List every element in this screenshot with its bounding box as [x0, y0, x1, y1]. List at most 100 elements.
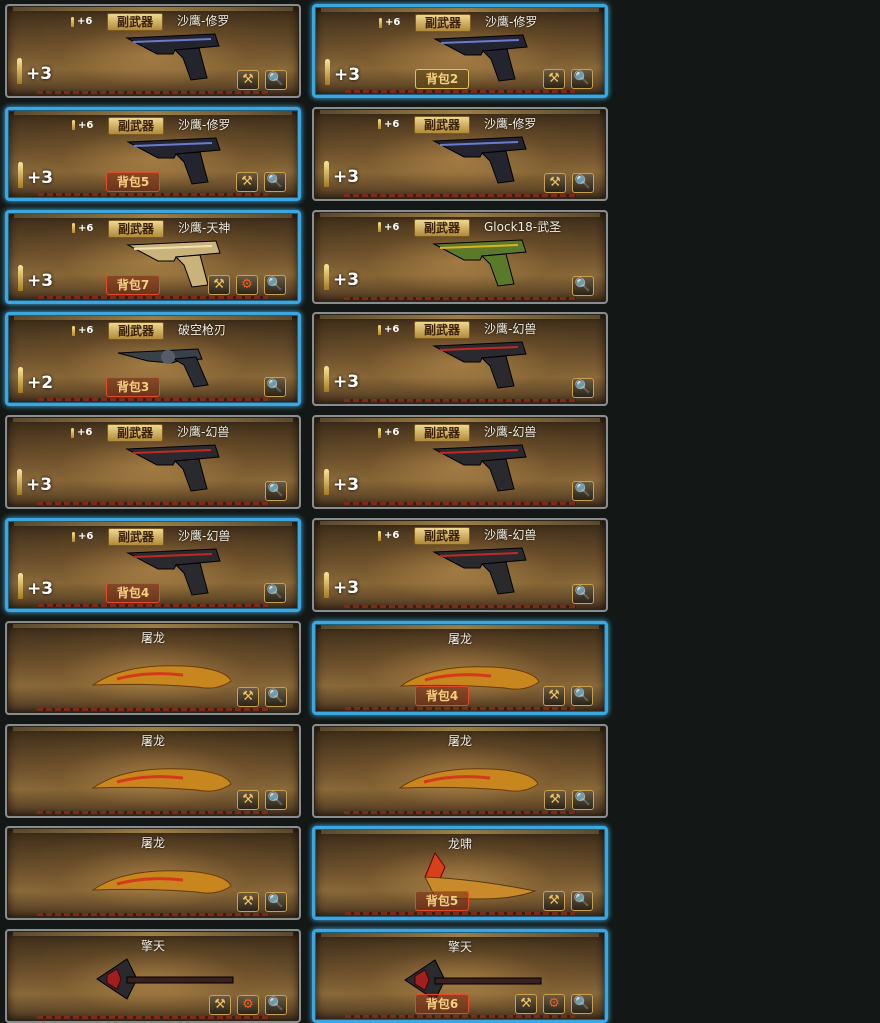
weapon-card[interactable]: +6 副武器 沙鹰-修罗 +3 背包5 ⚒ 🔍 — [5, 106, 301, 201]
ammo-bonus: +6 — [379, 17, 400, 28]
weapon-type-badge: 副武器 — [414, 115, 470, 134]
weapon-card[interactable]: +6 副武器 沙鹰-修罗 +3 背包2 ⚒ 🔍 — [312, 4, 608, 98]
card-top-trim — [14, 110, 292, 115]
tools-button[interactable]: ⚒ — [208, 274, 230, 295]
magnifier-button[interactable]: 🔍 — [265, 892, 287, 913]
magnifier-button[interactable]: 🔍 — [572, 789, 594, 810]
weapon-card[interactable]: 屠龙背包4 ⚒ 🔍 — [312, 620, 608, 715]
tools-button[interactable]: ⚒ — [544, 172, 566, 193]
bullet-icon — [72, 120, 75, 131]
magnifier-button[interactable]: 🔍 — [264, 583, 286, 603]
enhance-level-label: +3 — [334, 65, 361, 85]
gear-button[interactable]: ⚙ — [236, 274, 258, 295]
magnifier-button[interactable]: 🔍 — [265, 686, 287, 707]
weapon-card[interactable]: +6 副武器 沙鹰-幻兽 +3 🔍 — [312, 415, 608, 510]
bullet-icon — [324, 469, 329, 496]
card-bottom-trim — [38, 192, 268, 196]
ammo-bonus: +6 — [72, 325, 93, 336]
enhance-level: +3 — [18, 264, 54, 291]
pistol-red-weapon-image — [432, 341, 527, 389]
weapon-name: 沙鹰-幻兽 — [484, 528, 537, 542]
ammo-bonus: +6 — [378, 427, 399, 438]
enhance-level-label: +3 — [26, 475, 53, 496]
card-top-trim — [14, 522, 292, 526]
tools-button[interactable]: ⚒ — [237, 789, 259, 810]
enhance-level: +3 — [324, 366, 359, 393]
ammo-bonus: +6 — [378, 324, 399, 335]
tools-button[interactable]: ⚒ — [543, 69, 565, 89]
magnifier-button[interactable]: 🔍 — [572, 378, 594, 399]
card-actions: ⚒ 🔍 — [237, 70, 287, 90]
tools-button[interactable]: ⚒ — [543, 891, 565, 912]
tools-button[interactable]: ⚒ — [544, 789, 566, 810]
weapon-name: 屠龙 — [447, 631, 472, 646]
weapon-card[interactable]: +6 副武器 沙鹰-幻兽 +3 🔍 — [312, 312, 608, 407]
weapon-card[interactable]: 擎天 ⚒ ⚙ 🔍 — [5, 929, 301, 1023]
ammo-bonus: +6 — [72, 120, 93, 131]
ammo-bonus-label: +6 — [78, 119, 94, 131]
weapon-card[interactable]: 龙啸 背包5 ⚒ 🔍 — [312, 826, 608, 921]
magnifier-button[interactable]: 🔍 — [572, 481, 594, 502]
card-actions: 🔍 — [572, 275, 594, 296]
weapon-card[interactable]: +6 副武器 破空枪刃 +2 背包3 🔍 — [5, 312, 301, 407]
card-actions: 🔍 — [572, 584, 594, 604]
card-bottom-trim — [37, 810, 269, 814]
magnifier-button[interactable]: 🔍 — [265, 481, 287, 502]
weapon-card[interactable]: 屠龙 ⚒ 🔍 — [5, 620, 301, 715]
card-bottom-trim — [37, 91, 269, 94]
magnifier-button[interactable]: 🔍 — [265, 70, 287, 90]
enhance-level-label: +3 — [27, 270, 54, 291]
card-actions: 🔍 — [572, 378, 594, 399]
magnifier-button[interactable]: 🔍 — [572, 275, 594, 296]
pistol-dark-weapon-image — [125, 33, 220, 81]
magnifier-button[interactable]: 🔍 — [572, 172, 594, 193]
bag-slot-badge: 背包4 — [415, 685, 469, 706]
weapon-card[interactable]: +6 副武器 沙鹰-幻兽 +3 🔍 — [312, 518, 608, 612]
card-bottom-trim — [344, 296, 576, 300]
magnifier-button[interactable]: 🔍 — [264, 377, 286, 398]
bullet-icon — [325, 59, 330, 85]
tools-button[interactable]: ⚒ — [209, 995, 231, 1016]
ammo-bonus-label: +6 — [384, 427, 400, 439]
bag-slot-badge: 背包5 — [415, 891, 469, 912]
tools-button[interactable]: ⚒ — [515, 994, 537, 1015]
bullet-icon — [378, 324, 381, 335]
magnifier-button[interactable]: 🔍 — [265, 995, 287, 1016]
weapon-name: 沙鹰-天神 — [178, 220, 231, 235]
card-bottom-trim — [344, 605, 576, 608]
weapon-card[interactable]: 屠龙 ⚒ 🔍 — [5, 723, 301, 818]
weapon-card[interactable]: 屠龙 ⚒ 🔍 — [312, 723, 608, 818]
knife-weapon-image — [91, 870, 232, 895]
tools-button[interactable]: ⚒ — [543, 685, 565, 706]
magnifier-button[interactable]: 🔍 — [571, 69, 593, 89]
weapon-card[interactable]: +6 副武器 沙鹰-天神 +3 背包7 ⚒ ⚙ 🔍 — [5, 209, 301, 304]
weapon-name: 沙鹰-修罗 — [178, 117, 231, 132]
magnifier-button[interactable]: 🔍 — [265, 789, 287, 810]
weapon-card[interactable]: +6 副武器 Glock18-武圣 +3 🔍 — [312, 209, 608, 304]
magnifier-button[interactable]: 🔍 — [571, 994, 593, 1015]
weapon-name: 屠龙 — [140, 630, 165, 645]
gear-button[interactable]: ⚙ — [237, 995, 259, 1016]
weapon-card[interactable]: 擎天 背包6 ⚒ ⚙ 🔍 — [312, 929, 608, 1023]
enhance-level: +3 — [324, 160, 360, 187]
weapon-card[interactable]: +6 副武器 沙鹰-修罗 +3 ⚒ 🔍 — [312, 106, 608, 201]
tools-button[interactable]: ⚒ — [236, 171, 258, 192]
enhance-level-label: +3 — [333, 166, 360, 187]
magnifier-button[interactable]: 🔍 — [264, 171, 286, 192]
tools-button[interactable]: ⚒ — [237, 686, 259, 707]
bullet-icon — [379, 17, 382, 28]
tools-button[interactable]: ⚒ — [237, 70, 259, 90]
tools-button[interactable]: ⚒ — [237, 892, 259, 913]
magnifier-button[interactable]: 🔍 — [571, 685, 593, 706]
card-top-trim — [14, 316, 292, 321]
magnifier-button[interactable]: 🔍 — [571, 891, 593, 912]
weapon-card[interactable]: +6 副武器 沙鹰-幻兽 +3 背包4 🔍 — [5, 518, 301, 612]
magnifier-button[interactable]: 🔍 — [264, 274, 286, 295]
card-top-trim — [321, 624, 599, 629]
weapon-card[interactable]: 屠龙 ⚒ 🔍 — [5, 826, 301, 921]
magnifier-button[interactable]: 🔍 — [572, 584, 594, 604]
gear-button[interactable]: ⚙ — [543, 994, 565, 1015]
weapon-card[interactable]: +6 副武器 沙鹰-修罗 +3 ⚒ 🔍 — [5, 4, 301, 98]
enhance-level: +3 — [18, 573, 53, 599]
weapon-card[interactable]: +6 副武器 沙鹰-幻兽 +3 🔍 — [5, 415, 301, 510]
